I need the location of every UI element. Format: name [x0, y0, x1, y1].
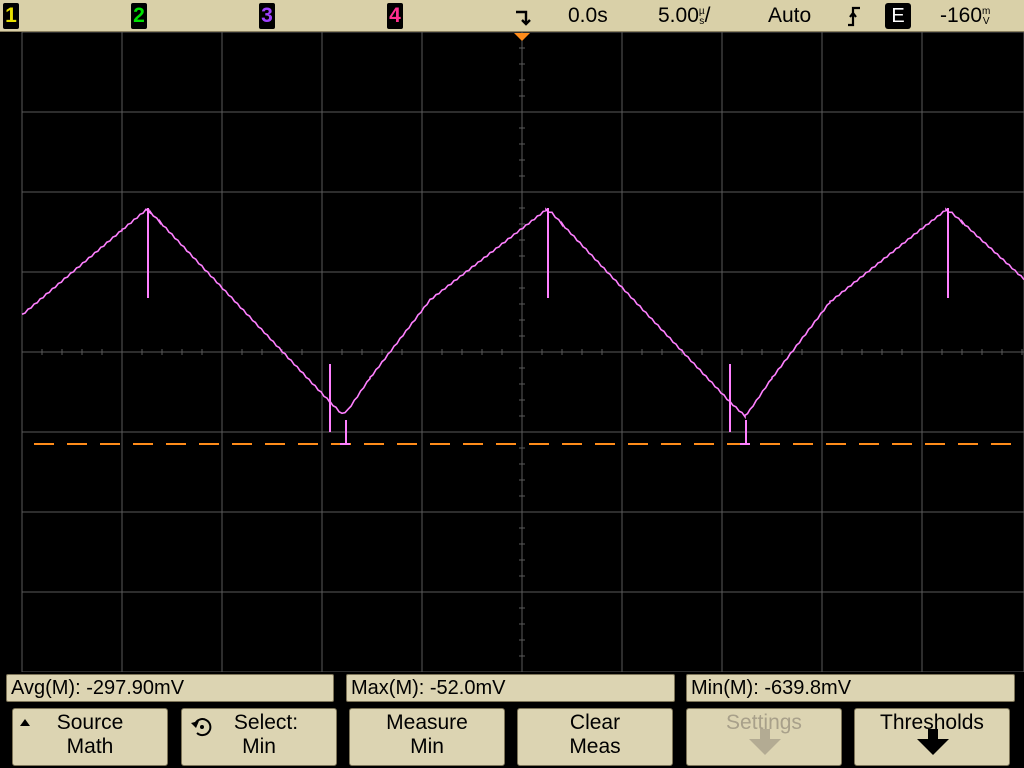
measurement-avg: Avg(M): -297.90mV [6, 674, 334, 702]
select-value: Min [242, 735, 276, 758]
timebase-suffix: / [704, 4, 711, 27]
trigger-delay-value: 0.0s [568, 4, 608, 27]
select-softkey[interactable]: Select: Min [181, 708, 337, 766]
channel-4-badge[interactable]: 4 [387, 3, 403, 29]
measurement-min: Min(M): -639.8mV [686, 674, 1015, 702]
clear-label: Clear [569, 711, 621, 734]
source-label: Source [56, 711, 124, 734]
status-bar: 1 2 3 4 0.0s 5.00µ s/ Auto E -160m V [0, 0, 1024, 32]
thresholds-softkey[interactable]: Thresholds [854, 708, 1010, 766]
clear-meas-softkey[interactable]: Clear Meas [517, 708, 673, 766]
measure-min-softkey[interactable]: Measure Min [349, 708, 505, 766]
waveform-display [0, 32, 1024, 672]
measure-value: Min [410, 735, 444, 758]
arrow-down-icon [749, 729, 781, 755]
settings-softkey[interactable]: Settings [686, 708, 842, 766]
channel-2-badge[interactable]: 2 [131, 3, 147, 29]
select-label: Select: [233, 711, 299, 734]
channel-3-badge[interactable]: 3 [259, 3, 275, 29]
channel-1-badge[interactable]: 1 [3, 3, 19, 29]
trigger-position-marker[interactable] [514, 33, 530, 41]
measurement-max: Max(M): -52.0mV [346, 674, 675, 702]
trigger-level-unit: mV [982, 6, 991, 27]
measure-label: Measure [386, 711, 468, 734]
source-value: Math [66, 735, 114, 758]
trigger-mode[interactable]: Auto [768, 2, 811, 30]
trigger-source-badge[interactable]: E [885, 3, 911, 29]
timebase-value: 5.00 [658, 4, 699, 27]
timebase-readout[interactable]: 5.00µ s/ [658, 2, 710, 30]
trigger-level-value: -160 [940, 4, 983, 27]
arrow-down-icon [917, 729, 949, 755]
trigger-level-readout[interactable]: -160m V [940, 2, 990, 30]
trigger-delay-icon [516, 10, 531, 26]
graticule [0, 32, 1024, 672]
clear-value: Meas [569, 735, 621, 758]
rising-edge-icon [848, 6, 860, 27]
source-softkey[interactable]: Source Math [12, 708, 168, 766]
waveform-glitches [147, 208, 949, 445]
